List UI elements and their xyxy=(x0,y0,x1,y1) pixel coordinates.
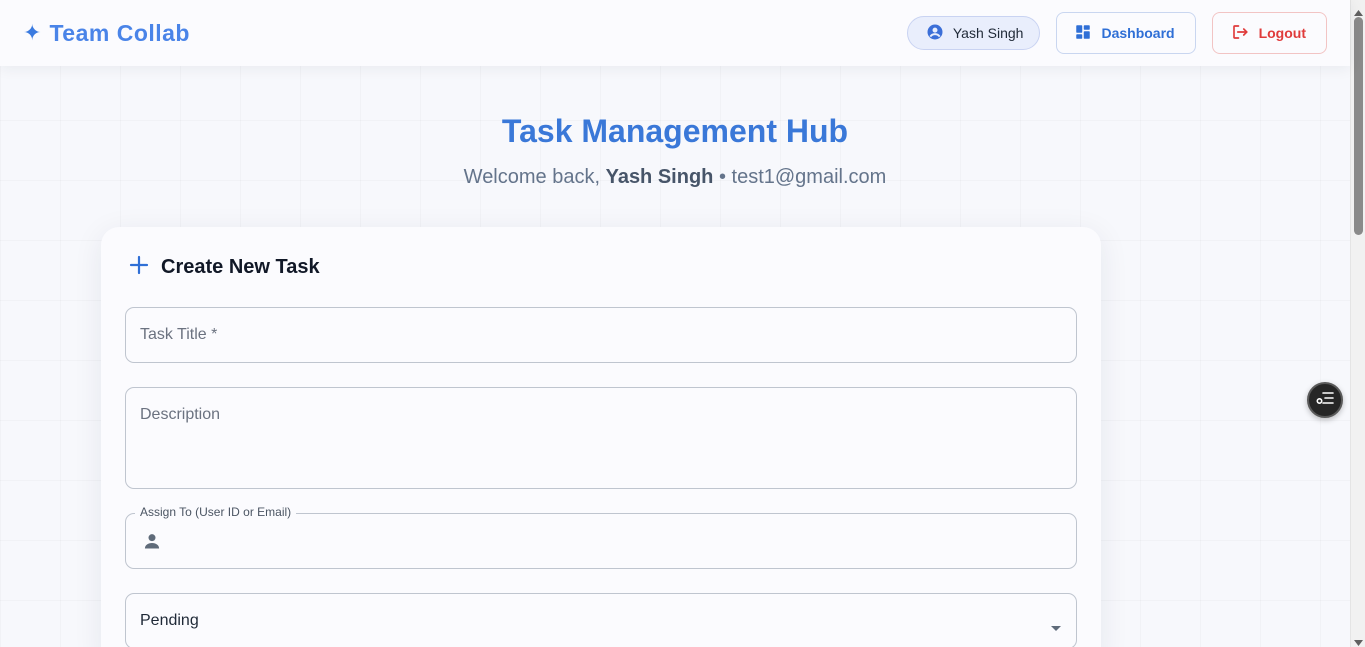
create-task-card: Create New Task Task Title * Description… xyxy=(101,227,1101,647)
user-chip[interactable]: Yash Singh xyxy=(906,16,1041,50)
plus-icon xyxy=(129,255,149,280)
page-title: Task Management Hub xyxy=(501,113,849,149)
scrollbar-thumb[interactable] xyxy=(1354,17,1363,235)
logout-icon xyxy=(1230,23,1250,44)
logout-button[interactable]: Logout xyxy=(1211,12,1327,54)
welcome-subtitle: Welcome back, Yash Singh • test1@gmail.c… xyxy=(0,166,1350,189)
welcome-prefix: Welcome back, xyxy=(463,166,606,188)
brand-name: Team Collab xyxy=(49,19,190,46)
sparkle-icon: ✦ xyxy=(23,20,42,45)
chevron-down-icon xyxy=(1050,619,1062,637)
description-textarea[interactable]: Description xyxy=(125,387,1077,489)
person-icon xyxy=(142,531,162,556)
nav-actions: Yash Singh Dashboard Logout xyxy=(906,12,1327,54)
list-settings-icon xyxy=(1316,391,1334,410)
card-header: Create New Task xyxy=(129,255,320,280)
card-title: Create New Task xyxy=(161,256,320,278)
dashboard-button[interactable]: Dashboard xyxy=(1056,12,1196,54)
assign-to-label: Assign To (User ID or Email) xyxy=(135,505,297,519)
top-navbar: ✦ Team Collab Yash Singh Dashboard Logou… xyxy=(0,0,1350,66)
task-title-placeholder: Task Title * xyxy=(140,326,218,343)
floating-action-button[interactable] xyxy=(1307,382,1343,418)
status-selected-value: Pending xyxy=(140,612,199,629)
vertical-scrollbar[interactable] xyxy=(1350,0,1365,647)
task-title-input[interactable]: Task Title * xyxy=(125,307,1077,363)
welcome-separator: • xyxy=(713,166,732,188)
scroll-down-arrow-icon[interactable] xyxy=(1354,634,1363,647)
logout-label: Logout xyxy=(1258,25,1306,41)
dashboard-icon xyxy=(1074,23,1092,44)
status-select[interactable]: Pending xyxy=(125,593,1077,647)
dashboard-label: Dashboard xyxy=(1101,25,1175,41)
account-circle-icon xyxy=(926,23,944,44)
brand[interactable]: ✦ Team Collab xyxy=(23,20,190,47)
user-chip-name: Yash Singh xyxy=(952,25,1024,41)
assign-to-input[interactable]: Assign To (User ID or Email) xyxy=(125,505,1077,569)
welcome-user-name: Yash Singh xyxy=(605,166,714,188)
welcome-email: test1@gmail.com xyxy=(731,166,887,188)
description-placeholder: Description xyxy=(140,406,221,423)
